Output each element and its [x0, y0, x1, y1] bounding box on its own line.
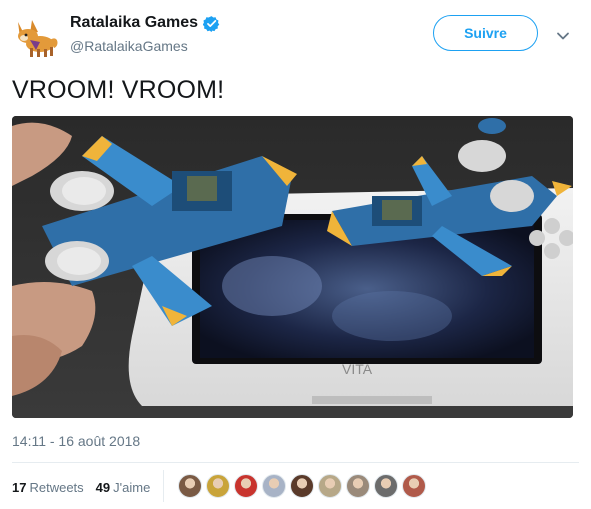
liker-avatar-6[interactable] — [318, 474, 342, 498]
chevron-down-icon[interactable] — [556, 29, 570, 43]
retweets-count: 17 — [12, 480, 27, 495]
liker-avatar-8[interactable] — [374, 474, 398, 498]
liker-avatar-7[interactable] — [346, 474, 370, 498]
liker-avatar-9[interactable] — [402, 474, 426, 498]
display-name[interactable]: Ratalaika Games — [70, 14, 198, 32]
verified-badge-icon — [203, 15, 220, 32]
stats-separator — [163, 470, 164, 502]
divider — [12, 462, 579, 463]
tweet-stats: 17 Retweets 49 J'aime — [12, 480, 162, 495]
liker-avatar-1[interactable] — [178, 474, 202, 498]
tweet-timestamp[interactable]: 14:11 - 16 août 2018 — [12, 433, 140, 449]
follow-button[interactable]: Suivre — [433, 15, 538, 51]
fox-logo-icon — [18, 20, 58, 57]
likes-count: 49 — [95, 480, 111, 495]
user-handle[interactable]: @RatalaikaGames — [70, 38, 188, 54]
retweets-label: Retweets — [29, 480, 84, 495]
tweet-photo[interactable]: VITA — [12, 116, 573, 418]
likes-stat[interactable]: 49 J'aime — [96, 480, 151, 495]
liker-avatar-4[interactable] — [262, 474, 286, 498]
tweet-header: Ratalaika Games @RatalaikaGames Suivre — [0, 0, 591, 70]
photo-ships-on-console: VITA — [12, 116, 573, 418]
tweet-text: VROOM! VROOM! — [12, 76, 225, 104]
liker-avatars — [178, 474, 430, 498]
liker-avatar-5[interactable] — [290, 474, 314, 498]
retweets-stat[interactable]: 17 Retweets — [12, 480, 84, 495]
likes-label: J'aime — [113, 480, 151, 495]
console-logo-text: VITA — [342, 361, 373, 377]
profile-avatar[interactable] — [10, 12, 60, 62]
liker-avatar-3[interactable] — [234, 474, 258, 498]
liker-avatar-2[interactable] — [206, 474, 230, 498]
